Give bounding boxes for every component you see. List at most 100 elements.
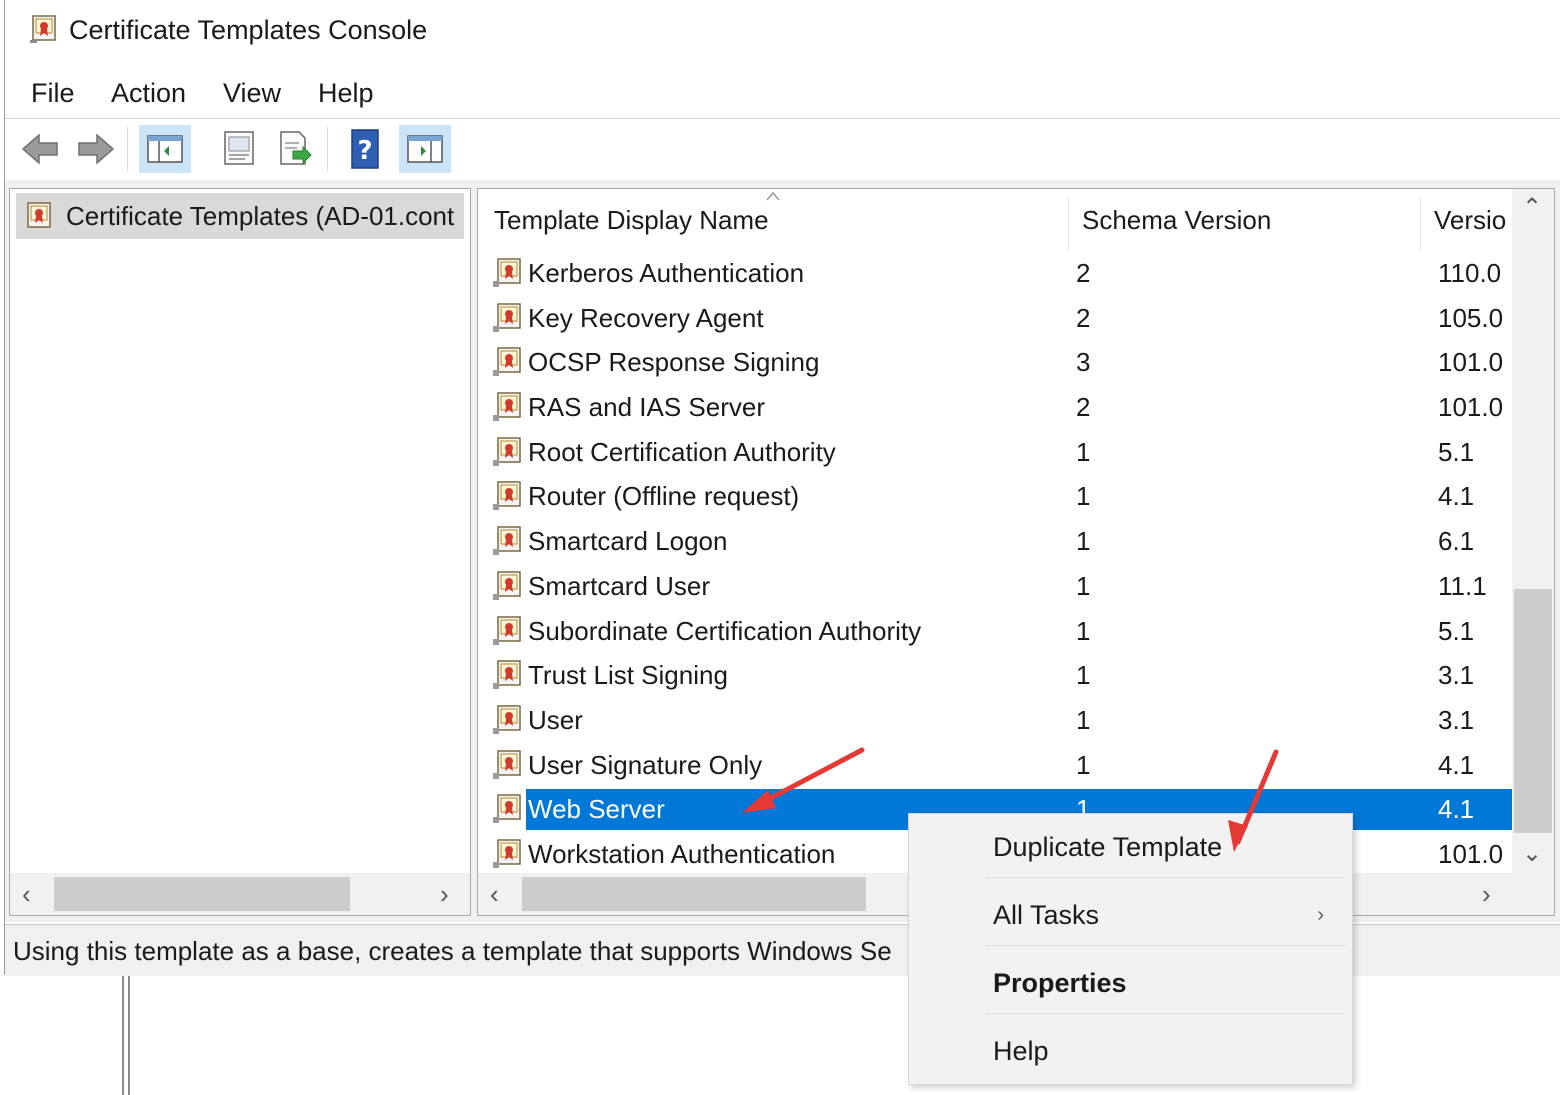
table-row[interactable]: Root Certification Authority 1 5.1	[488, 430, 1510, 475]
show-hide-action-pane-button[interactable]	[399, 125, 451, 173]
toolbar-separator	[327, 127, 328, 171]
menu-item-duplicate-template[interactable]: Duplicate Template	[993, 832, 1222, 863]
template-name: Subordinate Certification Authority	[528, 615, 922, 646]
table-row[interactable]: User Signature Only 1 4.1	[488, 743, 1510, 788]
console-tree: Certificate Templates (AD-01.cont ‹ ›	[9, 188, 471, 916]
schema-version: 1	[1076, 526, 1091, 557]
scrollbar-thumb[interactable]	[54, 877, 350, 911]
template-version: 6.1	[1438, 526, 1475, 557]
export-list-icon	[280, 131, 312, 165]
background-window-edge	[122, 976, 132, 1095]
schema-version: 3	[1076, 347, 1091, 378]
menu-help[interactable]: Help	[318, 78, 374, 109]
menu-separator	[985, 877, 1345, 878]
scroll-up-icon[interactable]: ⌃	[1522, 195, 1542, 221]
menu-view[interactable]: View	[223, 78, 281, 109]
table-row[interactable]: Router (Offline request) 1 4.1	[488, 474, 1510, 519]
scroll-right-icon[interactable]: ›	[1482, 881, 1491, 907]
certificate-template-icon	[493, 437, 521, 466]
template-name: Smartcard User	[528, 570, 711, 601]
template-name: Workstation Authentication	[528, 838, 836, 869]
column-header-schema[interactable]: Schema Version	[1082, 205, 1271, 236]
scroll-left-icon[interactable]: ‹	[490, 881, 499, 907]
column-header-name[interactable]: Template Display Name	[494, 205, 769, 236]
certificate-template-icon	[493, 705, 521, 734]
scroll-right-icon[interactable]: ›	[440, 881, 449, 907]
scroll-left-icon[interactable]: ‹	[22, 881, 31, 907]
column-divider[interactable]	[1420, 197, 1421, 251]
schema-version: 1	[1076, 436, 1091, 467]
show-hide-console-tree-icon	[147, 135, 183, 163]
certificate-template-icon	[493, 526, 521, 556]
template-version: 4.1	[1438, 749, 1475, 780]
template-version: 110.0	[1438, 258, 1502, 288]
template-version: 101.0	[1438, 838, 1504, 869]
content-area: Certificate Templates (AD-01.cont ‹ › Te…	[5, 180, 1560, 922]
menu-item-help[interactable]: Help	[993, 1036, 1049, 1067]
table-row[interactable]: Trust List Signing 1 3.1	[488, 653, 1510, 698]
table-row[interactable]: RAS and IAS Server 2 101.0	[488, 385, 1510, 430]
template-name: OCSP Response Signing	[528, 347, 820, 378]
template-name: Smartcard Logon	[528, 526, 728, 557]
schema-version: 2	[1076, 392, 1091, 423]
template-version: 101.0	[1438, 392, 1504, 423]
properties-button[interactable]	[213, 125, 265, 173]
context-menu: Duplicate Template All Tasks › Propertie…	[908, 813, 1353, 1085]
help-icon: ?	[351, 129, 379, 169]
menu-file[interactable]: File	[31, 78, 75, 109]
back-arrow-icon	[21, 133, 58, 165]
menu-separator	[985, 1013, 1345, 1014]
certificate-template-icon	[493, 392, 521, 422]
submenu-arrow-icon: ›	[1317, 904, 1324, 926]
menu-separator	[985, 945, 1345, 946]
certificate-template-icon	[493, 571, 521, 600]
certificate-template-icon	[493, 660, 521, 690]
table-row[interactable]: Key Recovery Agent 2 105.0	[488, 296, 1510, 341]
title-bar: Certificate Templates Console	[5, 0, 1560, 64]
help-button[interactable]: ?	[339, 125, 391, 173]
template-version: 4.1	[1438, 794, 1475, 825]
table-row[interactable]: Smartcard User 1 11.1	[488, 564, 1510, 609]
template-name: Root Certification Authority	[528, 436, 836, 467]
certificate-templates-icon	[30, 15, 56, 43]
sort-ascending-icon	[766, 192, 780, 201]
menu-action[interactable]: Action	[111, 78, 186, 109]
table-row[interactable]: Kerberos Authentication 2 110.0	[488, 251, 1510, 296]
certificate-template-icon	[493, 794, 521, 824]
tree-item-certificate-templates[interactable]: Certificate Templates (AD-01.cont	[16, 193, 464, 239]
scroll-down-icon[interactable]: ⌄	[1522, 841, 1542, 867]
table-row[interactable]: User 1 3.1	[488, 698, 1510, 743]
list-vertical-scrollbar[interactable]: ⌃ ⌄	[1512, 189, 1554, 873]
schema-version: 2	[1076, 258, 1091, 288]
table-row[interactable]: OCSP Response Signing 3 101.0	[488, 340, 1510, 385]
template-name: Key Recovery Agent	[528, 302, 764, 333]
column-header-version[interactable]: Versio	[1434, 205, 1506, 236]
template-version: 3.1	[1438, 660, 1475, 691]
menu-item-all-tasks[interactable]: All Tasks	[993, 900, 1099, 931]
svg-text:?: ?	[357, 136, 372, 166]
template-name: Web Server	[528, 794, 665, 825]
table-row[interactable]: Subordinate Certification Authority 1 5.1	[488, 609, 1510, 654]
back-button[interactable]	[15, 125, 67, 173]
schema-version: 1	[1076, 570, 1091, 601]
certificate-template-icon	[493, 839, 521, 868]
menu-bar: File Action View Help	[5, 72, 1560, 116]
schema-version: 1	[1076, 481, 1091, 512]
show-hide-tree-button[interactable]	[139, 125, 191, 173]
scrollbar-thumb[interactable]	[1514, 589, 1552, 833]
toolbar: ?	[5, 118, 1560, 181]
toolbar-separator	[127, 127, 128, 171]
certificate-template-icon	[493, 749, 521, 779]
table-row[interactable]: Smartcard Logon 1 6.1	[488, 519, 1510, 564]
column-divider[interactable]	[1068, 197, 1069, 251]
template-list: Template Display Name Schema Version Ver…	[477, 188, 1555, 916]
menu-item-properties[interactable]: Properties	[993, 968, 1127, 999]
template-name: Router (Offline request)	[528, 481, 800, 512]
export-list-button[interactable]	[269, 125, 321, 173]
scrollbar-thumb[interactable]	[522, 877, 866, 911]
forward-button[interactable]	[69, 125, 121, 173]
template-version: 101.0	[1438, 347, 1504, 378]
certificate-template-icon	[493, 481, 521, 511]
schema-version: 1	[1076, 615, 1091, 646]
tree-horizontal-scrollbar[interactable]: ‹ ›	[10, 873, 470, 915]
